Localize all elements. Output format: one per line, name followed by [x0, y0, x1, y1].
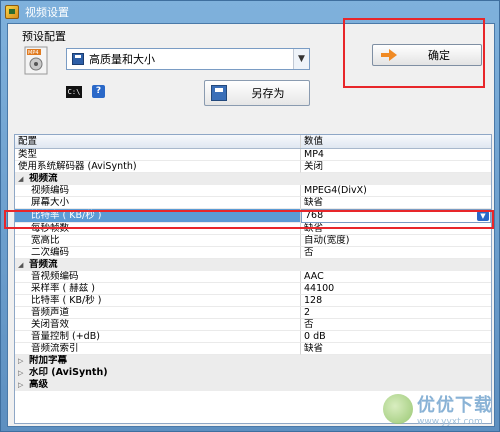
property-name: 屏幕大小: [15, 197, 301, 209]
grid-header: 配置 数值: [15, 135, 491, 149]
video-settings-window: 视频设置 预设配置 MP4 高质量和大小 ▼ C:\ ? 另存为 确定 配置 数…: [0, 0, 500, 432]
expand-icon[interactable]: ▷: [18, 367, 26, 379]
help-icon[interactable]: ?: [92, 85, 105, 98]
watermark-logo-icon: [383, 394, 413, 424]
property-name: 音频流索引: [15, 343, 301, 355]
ok-button[interactable]: 确定: [372, 44, 482, 66]
grid-row[interactable]: 音频流索引 缺省: [15, 343, 491, 355]
group-advanced[interactable]: ▷ 高级: [15, 379, 491, 391]
floppy-disk-icon: [211, 85, 227, 101]
property-name: 宽高比: [15, 235, 301, 247]
group-video[interactable]: ◢ 视频流: [15, 173, 491, 185]
grid-row[interactable]: 比特率 ( KB/秒 ) 128: [15, 295, 491, 307]
window-title: 视频设置: [25, 6, 69, 19]
property-name: 关闭音效: [15, 319, 301, 331]
settings-property-grid[interactable]: 配置 数值 类型 MP4 使用系统解码器 (AviSynth) 关闭 ◢ 视频流 …: [14, 134, 492, 424]
command-line-icon[interactable]: C:\: [66, 86, 82, 98]
group-header: ▷ 附加字幕: [15, 355, 491, 367]
property-value: MP4: [301, 149, 491, 161]
property-value: AAC: [301, 271, 491, 283]
group-label: 视频流: [29, 173, 58, 184]
property-value: 否: [301, 247, 491, 259]
watermark-name: 优优下载: [417, 395, 493, 416]
property-value: 128: [301, 295, 491, 307]
group-label: 音频流: [29, 259, 58, 270]
group-subtitles[interactable]: ▷ 附加字幕: [15, 355, 491, 367]
save-as-button[interactable]: 另存为: [204, 80, 310, 106]
watermark-url: www.yyxt.com: [417, 417, 483, 427]
group-header: ◢ 视频流: [15, 173, 491, 185]
property-value: 缺省: [301, 197, 491, 209]
property-value: 2: [301, 307, 491, 319]
property-name: 二次编码: [15, 247, 301, 259]
grid-row[interactable]: 宽高比 自动(宽度): [15, 235, 491, 247]
property-value: MPEG4(DivX): [301, 185, 491, 197]
group-header: ▷ 水印 (AviSynth): [15, 367, 491, 379]
group-watermark[interactable]: ▷ 水印 (AviSynth): [15, 367, 491, 379]
chevron-down-icon[interactable]: ▼: [293, 49, 309, 69]
collapse-icon[interactable]: ◢: [18, 259, 26, 271]
group-audio[interactable]: ◢ 音频流: [15, 259, 491, 271]
column-header-name: 配置: [15, 135, 301, 148]
column-header-value: 数值: [304, 136, 324, 147]
preset-label: 预设配置: [22, 30, 66, 43]
expand-icon[interactable]: ▷: [18, 379, 26, 391]
save-as-label: 另存为: [251, 87, 285, 100]
property-value: 44100: [301, 283, 491, 295]
grid-row[interactable]: 音视频编码 AAC: [15, 271, 491, 283]
expand-icon[interactable]: ▷: [18, 355, 26, 367]
group-label: 附加字幕: [29, 355, 68, 366]
grid-row[interactable]: 采样率 ( 赫兹 ) 44100: [15, 283, 491, 295]
grid-row[interactable]: 使用系统解码器 (AviSynth) 关闭: [15, 161, 491, 173]
property-name: 类型: [15, 149, 301, 161]
group-header: ◢ 音频流: [15, 259, 491, 271]
grid-row[interactable]: 视频编码 MPEG4(DivX): [15, 185, 491, 197]
ok-label: 确定: [428, 49, 450, 62]
selected-row-highlight: [4, 210, 494, 229]
property-name: 音频声道: [15, 307, 301, 319]
preset-value: 高质量和大小: [89, 53, 155, 66]
property-name: 比特率 ( KB/秒 ): [15, 295, 301, 307]
preset-disk-icon: [72, 53, 84, 65]
preset-dropdown[interactable]: 高质量和大小 ▼: [66, 48, 310, 70]
grid-row[interactable]: 音量控制 (+dB) 0 dB: [15, 331, 491, 343]
mp4-file-icon: MP4: [24, 46, 48, 75]
group-label: 高级: [29, 379, 49, 390]
grid-row[interactable]: 二次编码 否: [15, 247, 491, 259]
grid-row[interactable]: 音频声道 2: [15, 307, 491, 319]
app-icon: [5, 5, 19, 19]
collapse-icon[interactable]: ◢: [18, 173, 26, 185]
watermark-text: 优优下载 www.yyxt.com: [417, 391, 493, 427]
arrow-right-icon: [381, 49, 397, 61]
property-value: 0 dB: [301, 331, 491, 343]
grid-row[interactable]: 屏幕大小 缺省: [15, 197, 491, 209]
svg-text:MP4: MP4: [28, 50, 39, 56]
property-name: 音视频编码: [15, 271, 301, 283]
property-value: 关闭: [301, 161, 491, 173]
group-label: 水印 (AviSynth): [29, 367, 108, 378]
property-name: 使用系统解码器 (AviSynth): [15, 161, 301, 173]
property-value: 否: [301, 319, 491, 331]
property-value: 缺省: [301, 343, 491, 355]
grid-row[interactable]: 类型 MP4: [15, 149, 491, 161]
site-watermark: 优优下载 www.yyxt.com: [383, 391, 493, 427]
grid-row[interactable]: 关闭音效 否: [15, 319, 491, 331]
property-value: 自动(宽度): [301, 235, 491, 247]
property-name: 音量控制 (+dB): [15, 331, 301, 343]
property-name: 视频编码: [15, 185, 301, 197]
group-header: ▷ 高级: [15, 379, 491, 391]
property-name: 采样率 ( 赫兹 ): [15, 283, 301, 295]
